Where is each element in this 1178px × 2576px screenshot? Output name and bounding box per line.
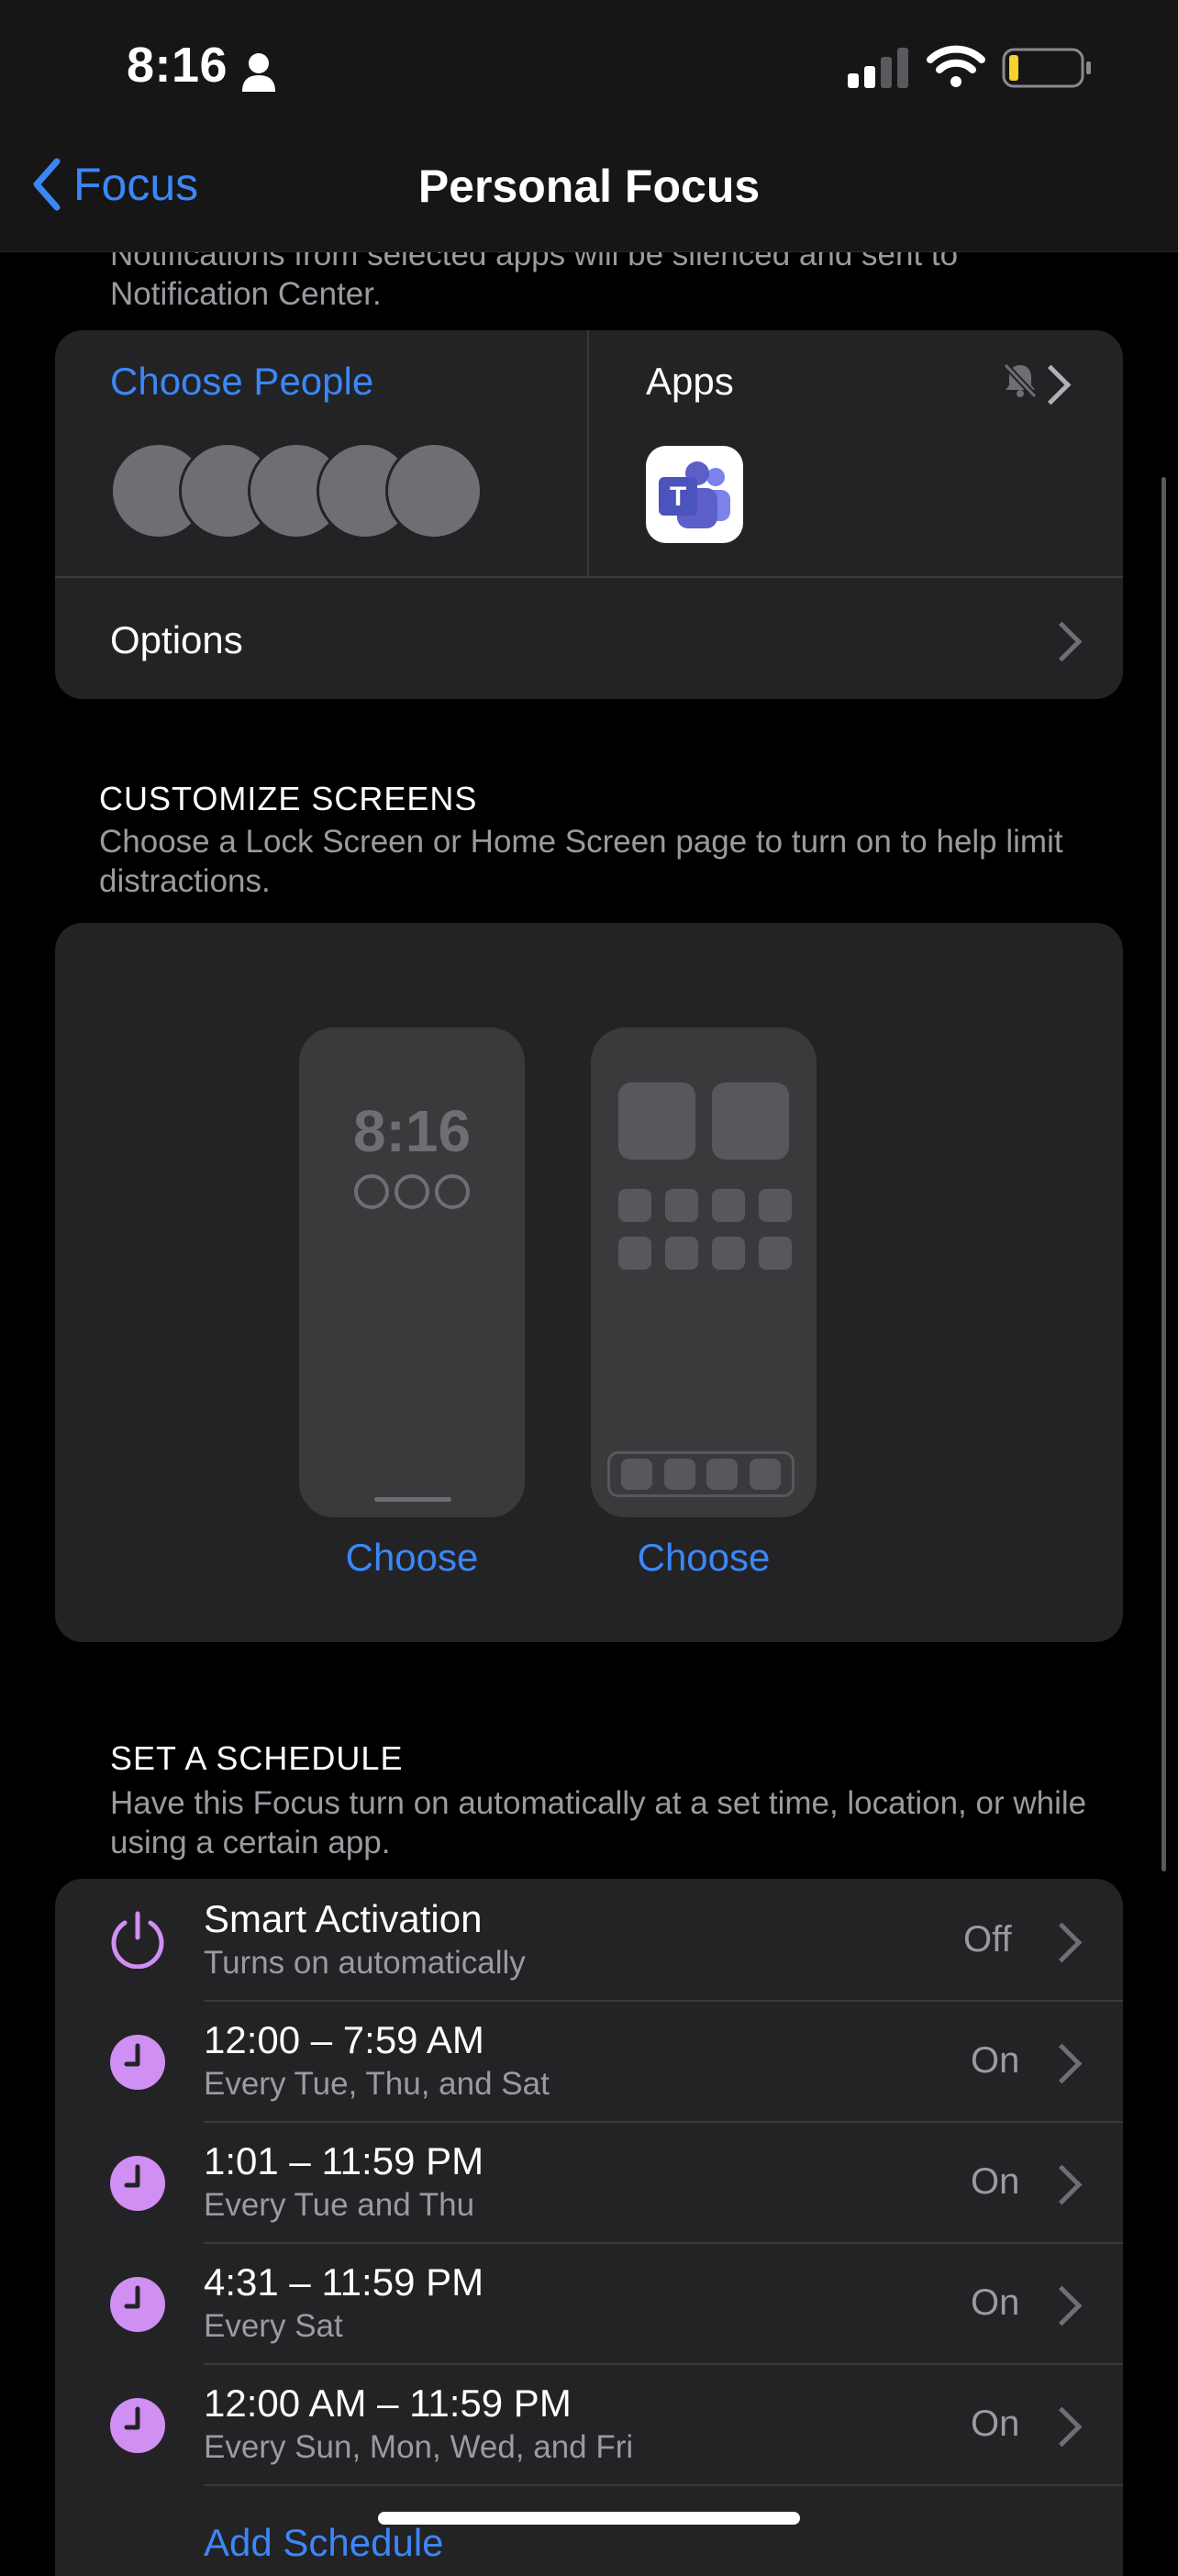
customize-screens-card: 8:16 Choose Choose <box>55 923 1123 1642</box>
chevron-right-icon <box>1041 1922 1083 1963</box>
schedule-row-title: 12:00 – 7:59 AM <box>204 2018 484 2061</box>
clock-icon <box>110 2398 165 2453</box>
schedule-row-subtitle: Every Tue and Thu <box>204 2187 475 2223</box>
schedule-row-subtitle: Every Sat <box>204 2308 343 2344</box>
schedule-row-subtitle: Turns on automatically <box>204 1945 526 1981</box>
clock-icon <box>110 2277 165 2332</box>
customize-screens-subtitle: Choose a Lock Screen or Home Screen page… <box>99 824 1063 899</box>
lock-widget-circles <box>354 1174 473 1209</box>
svg-text:T: T <box>670 482 686 512</box>
schedule-card: Smart Activation Turns on automatically … <box>55 1879 1123 2576</box>
row-separator <box>204 2484 1123 2486</box>
power-icon <box>111 1911 164 1969</box>
schedule-row-state: On <box>971 2161 1020 2202</box>
choose-people-tile[interactable]: Choose People <box>55 330 587 576</box>
schedule-row-state: On <box>971 2404 1020 2444</box>
schedule-row-title: 1:01 – 11:59 PM <box>204 2139 484 2182</box>
lock-screen-preview[interactable]: 8:16 <box>299 1027 525 1517</box>
apps-label: Apps <box>646 360 734 403</box>
widget-placeholder <box>712 1083 789 1160</box>
chevron-right-icon <box>1041 2285 1083 2326</box>
choose-people-label: Choose People <box>110 360 374 403</box>
schedule-row-title: 12:00 AM – 11:59 PM <box>204 2382 572 2425</box>
chevron-right-icon <box>1041 2043 1083 2084</box>
clock-icon <box>110 2035 165 2090</box>
app-grid-placeholder <box>618 1189 793 1270</box>
lock-preview-time: 8:16 <box>352 1098 472 1164</box>
schedule-row[interactable]: 12:00 – 7:59 AM Every Tue, Thu, and Sat … <box>55 2002 1123 2121</box>
home-screen-choose-button[interactable]: Choose <box>591 1536 817 1580</box>
apps-tile[interactable]: Apps T <box>589 330 1123 576</box>
schedule-row-state: On <box>971 2282 1020 2323</box>
teams-app-icon: T <box>646 446 743 543</box>
lock-screen-choose-button[interactable]: Choose <box>299 1536 525 1580</box>
schedule-row-subtitle: Every Sun, Mon, Wed, and Fri <box>204 2429 634 2465</box>
people-apps-card: Choose People Apps T Options <box>55 330 1123 699</box>
chevron-right-icon <box>1041 2406 1083 2448</box>
home-indicator[interactable] <box>378 2512 800 2525</box>
bell-slash-icon <box>1003 362 1038 399</box>
page-title: Personal Focus <box>417 161 761 212</box>
clock-icon <box>110 2156 165 2211</box>
add-schedule-button[interactable]: Add Schedule <box>204 2521 444 2565</box>
schedule-subtitle: Have this Focus turn on automatically at… <box>110 1785 1087 1860</box>
people-avatars <box>110 442 495 539</box>
schedule-row-state: Off <box>963 1919 1012 1960</box>
home-indicator-preview <box>374 1497 451 1502</box>
scroll-indicator[interactable] <box>1161 477 1166 1871</box>
customize-screens-header: CUSTOMIZE SCREENS <box>99 780 478 817</box>
home-screen-preview[interactable] <box>591 1027 817 1517</box>
schedule-row[interactable]: 4:31 – 11:59 PM Every Sat On <box>55 2244 1123 2363</box>
avatar <box>385 442 483 539</box>
schedule-row[interactable]: 12:00 AM – 11:59 PM Every Sun, Mon, Wed,… <box>55 2365 1123 2484</box>
person-icon <box>242 53 275 92</box>
schedule-row[interactable]: 1:01 – 11:59 PM Every Tue and Thu On <box>55 2123 1123 2242</box>
wifi-icon <box>927 45 985 87</box>
chevron-right-icon <box>1041 2164 1083 2205</box>
schedule-row-subtitle: Every Tue, Thu, and Sat <box>204 2066 550 2102</box>
status-time: 8:16 <box>127 38 228 93</box>
widget-placeholder <box>618 1083 695 1160</box>
cellular-signal-icon <box>848 48 908 88</box>
smart-activation-row[interactable]: Smart Activation Turns on automatically … <box>55 1879 1123 2000</box>
chevron-right-icon <box>1041 621 1083 662</box>
options-row[interactable]: Options <box>55 578 1123 699</box>
schedule-row-title: 4:31 – 11:59 PM <box>204 2260 484 2304</box>
battery-icon <box>1002 48 1091 88</box>
dock-placeholder <box>607 1451 795 1497</box>
schedule-row-state: On <box>971 2040 1020 2081</box>
schedule-header: SET A SCHEDULE <box>110 1739 404 1777</box>
schedule-row-title: Smart Activation <box>204 1897 483 1940</box>
navigation-bar: 8:16 Focus Personal Focus <box>0 0 1178 252</box>
options-label: Options <box>110 618 243 661</box>
